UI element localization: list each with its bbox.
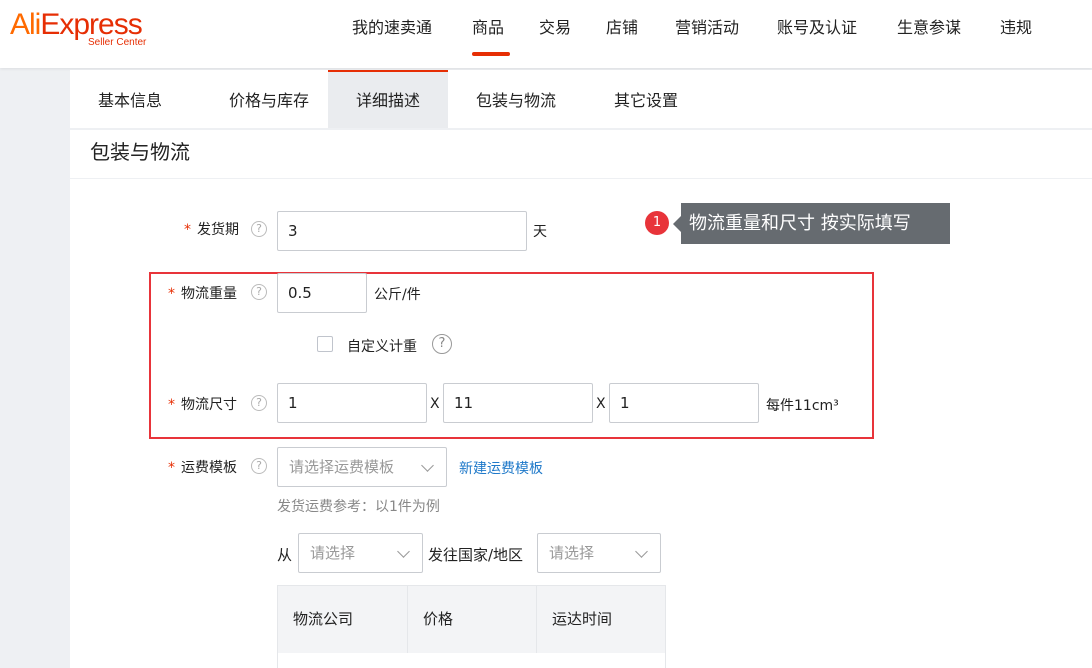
nav-item-account[interactable]: 账号及认证	[777, 18, 857, 38]
tab-detailed-description[interactable]: 详细描述	[328, 70, 448, 128]
weight-input[interactable]	[277, 273, 367, 313]
weight-label-text: 物流重量	[181, 286, 237, 302]
nav-item-business-advisor[interactable]: 生意参谋	[897, 18, 961, 38]
column-header-carrier: 物流公司	[293, 610, 354, 628]
dimension-length-input[interactable]	[277, 383, 427, 423]
required-mark: *	[168, 286, 175, 302]
dimensions-label-text: 物流尺寸	[181, 397, 237, 413]
weight-unit: 公斤/件	[374, 287, 421, 303]
tab-other-settings[interactable]: 其它设置	[586, 70, 706, 128]
dimensions-label: * 物流尺寸	[168, 394, 237, 414]
nav-item-products[interactable]: 商品	[472, 18, 504, 38]
chevron-down-icon	[635, 545, 648, 558]
nav-active-indicator	[472, 52, 510, 56]
from-label: 从	[277, 546, 293, 564]
custom-weight-label: 自定义计重	[347, 339, 417, 355]
tab-basic-info[interactable]: 基本信息	[70, 70, 190, 128]
logo-subtitle: Seller Center	[88, 37, 147, 48]
top-header: AliExpress Seller Center 我的速卖通 商品 交易 店铺 …	[0, 0, 1092, 68]
logo-text-ali: Ali	[10, 8, 41, 41]
shipping-template-label-text: 运费模板	[181, 460, 237, 476]
question-circle-icon[interactable]: ?	[251, 458, 267, 474]
product-tabs: 基本信息 价格与库存 详细描述 包装与物流 其它设置	[70, 70, 1092, 128]
shipping-template-placeholder: 请选择运费模板	[289, 458, 395, 476]
question-circle-icon[interactable]: ?	[251, 284, 267, 300]
freight-table-header: 物流公司 价格 运达时间	[278, 586, 665, 653]
freight-table: 物流公司 价格 运达时间	[277, 585, 666, 668]
nav-item-marketing[interactable]: 营销活动	[675, 18, 739, 38]
freight-reference-note: 发货运费参考：以1件为例	[277, 499, 440, 515]
dimension-width-input[interactable]	[443, 383, 593, 423]
custom-weight-checkbox[interactable]	[317, 336, 333, 352]
annotation-badge: 1	[645, 211, 669, 235]
annotation-tooltip: 物流重量和尺寸 按实际填写	[673, 203, 950, 244]
shipping-template-select[interactable]: 请选择运费模板	[277, 447, 447, 487]
section-title: 包装与物流	[90, 140, 190, 164]
delivery-period-input[interactable]	[277, 211, 527, 251]
required-mark: *	[168, 460, 175, 476]
new-shipping-template-link[interactable]: 新建运费模板	[459, 458, 543, 478]
destination-label: 发往国家/地区	[428, 546, 524, 564]
dimension-height-input[interactable]	[609, 383, 759, 423]
column-header-delivery-time: 运达时间	[536, 586, 665, 653]
chevron-down-icon	[397, 545, 410, 558]
nav-item-violations[interactable]: 违规	[1000, 18, 1032, 38]
volume-readout: 每件11cm³	[766, 398, 839, 414]
destination-placeholder: 请选择	[549, 544, 595, 562]
nav-item-my-aliexpress[interactable]: 我的速卖通	[352, 18, 432, 38]
chevron-down-icon	[421, 459, 434, 472]
aliexpress-logo[interactable]: AliExpress Seller Center	[10, 8, 170, 48]
required-mark: *	[168, 397, 175, 413]
delivery-period-label-text: 发货期	[197, 222, 239, 238]
dimension-separator: X	[430, 396, 440, 412]
delivery-period-unit: 天	[533, 224, 547, 240]
origin-select[interactable]: 请选择	[298, 533, 423, 573]
destination-select[interactable]: 请选择	[537, 533, 661, 573]
question-circle-icon[interactable]: ?	[432, 334, 452, 354]
question-circle-icon[interactable]: ?	[251, 395, 267, 411]
question-circle-icon[interactable]: ?	[251, 221, 267, 237]
required-mark: *	[184, 222, 191, 238]
nav-item-store[interactable]: 店铺	[606, 18, 638, 38]
tab-packaging-logistics[interactable]: 包装与物流	[456, 70, 576, 128]
shipping-template-label: * 运费模板	[168, 457, 237, 477]
origin-placeholder: 请选择	[310, 544, 356, 562]
nav-item-transactions[interactable]: 交易	[539, 18, 571, 38]
tab-price-inventory[interactable]: 价格与库存	[200, 70, 338, 128]
weight-label: * 物流重量	[168, 283, 237, 303]
section-divider	[70, 178, 1092, 179]
delivery-period-label: * 发货期	[184, 219, 239, 239]
column-header-price: 价格	[407, 586, 536, 653]
dimension-separator: X	[596, 396, 606, 412]
